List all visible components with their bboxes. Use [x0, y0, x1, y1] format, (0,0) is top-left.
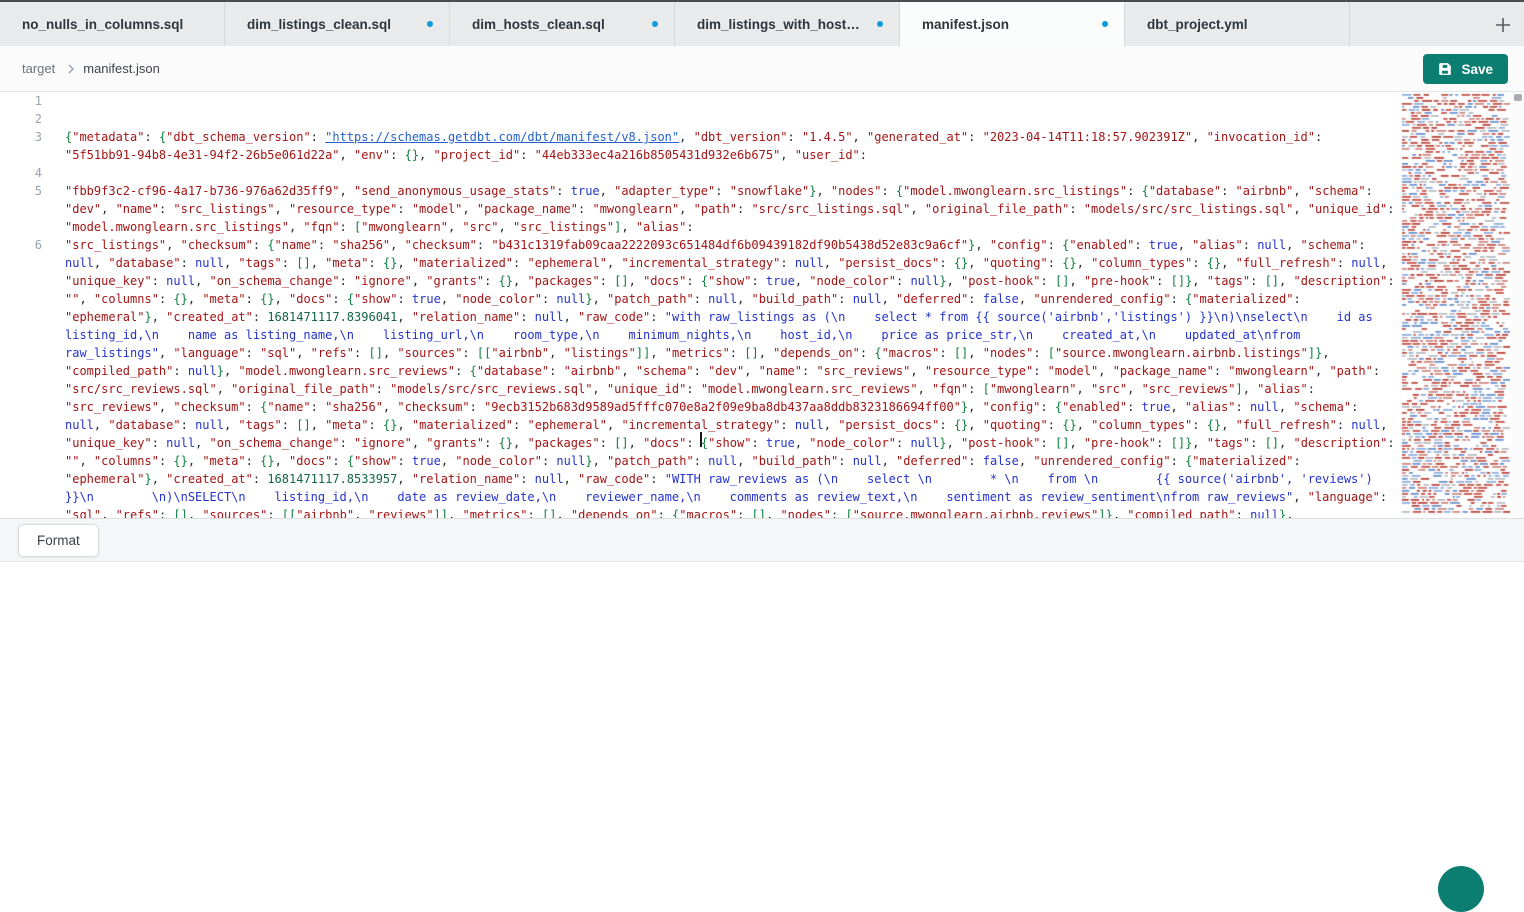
unsaved-indicator-dot[interactable] — [1102, 21, 1108, 27]
help-widget-button[interactable] — [1438, 866, 1484, 912]
line-number: 6 — [0, 236, 42, 254]
chevron-right-icon — [65, 63, 77, 75]
unsaved-indicator-dot[interactable] — [877, 21, 883, 27]
dbt-cloud-ide: { "tabbar": { "tabs": [ { "label": "no_n… — [0, 0, 1524, 875]
code-line[interactable]: 1 — [0, 92, 1395, 110]
format-button[interactable]: Format — [18, 524, 99, 557]
new-tab-button[interactable] — [1490, 12, 1516, 38]
code-line[interactable]: 5 "fbb9f3c2-cf96-4a17-b736-976a62d35ff9",… — [0, 182, 1395, 236]
plus-icon — [1494, 16, 1512, 34]
tab-manifest-json[interactable]: manifest.json — [900, 2, 1125, 46]
tab-dim-hosts-clean-sql[interactable]: dim_hosts_clean.sql — [450, 2, 675, 46]
unsaved-indicator-dot[interactable] — [652, 21, 658, 27]
line-number: 4 — [0, 164, 42, 182]
tab-label: dim_listings_clean.sql — [247, 17, 391, 32]
tab-dbt-project-yml[interactable]: dbt_project.yml — [1125, 2, 1350, 46]
breadcrumb-file[interactable]: manifest.json — [83, 61, 160, 76]
text-cursor — [700, 432, 702, 447]
line-number: 3 — [0, 128, 42, 146]
tab-dim-listings-with-hosts-sql[interactable]: dim_listings_with_hosts.sql — [675, 2, 900, 46]
scrollbar-thumb[interactable] — [1514, 94, 1522, 101]
code-line[interactable]: 3 {"metadata": {"dbt_schema_version": "ht… — [0, 128, 1395, 164]
save-button-label: Save — [1461, 62, 1493, 77]
tab-label: dbt_project.yml — [1147, 17, 1248, 32]
bottom-panel-toolbar: Format — [0, 518, 1524, 562]
tab-label: no_nulls_in_columns.sql — [22, 17, 183, 32]
results-panel — [0, 562, 1524, 901]
code-line[interactable]: 6 "src_listings", "checksum": {"name": "s… — [0, 236, 1395, 518]
minimap[interactable] — [1400, 92, 1510, 516]
breadcrumb-folder[interactable]: target — [22, 61, 55, 76]
code-line-text[interactable] — [65, 92, 1395, 110]
code-line-text[interactable]: "src_listings", "checksum": {"name": "sh… — [65, 236, 1395, 518]
tab-dim-listings-clean-sql[interactable]: dim_listings_clean.sql — [225, 2, 450, 46]
tab-label: dim_listings_with_hosts.sql — [697, 17, 867, 32]
line-number: 5 — [0, 182, 42, 200]
code-line[interactable]: 4 — [0, 164, 1395, 182]
line-number: 1 — [0, 92, 42, 110]
line-number: 2 — [0, 110, 42, 128]
tab-bar: no_nulls_in_columns.sql dim_listings_clea… — [0, 0, 1524, 46]
editor-scrollbar[interactable] — [1512, 92, 1524, 518]
code-line-text[interactable] — [65, 164, 1395, 182]
tab-label: dim_hosts_clean.sql — [472, 17, 605, 32]
code-editor[interactable]: 123 {"metadata": {"dbt_schema_version": "… — [0, 92, 1524, 518]
code-area: 123 {"metadata": {"dbt_schema_version": "… — [0, 92, 1395, 518]
breadcrumb-bar: target manifest.json Save — [0, 46, 1524, 92]
tab-no-nulls-in-columns-sql[interactable]: no_nulls_in_columns.sql — [0, 2, 225, 46]
floppy-disk-icon — [1438, 62, 1452, 76]
unsaved-indicator-dot[interactable] — [427, 21, 433, 27]
code-line-text[interactable]: {"metadata": {"dbt_schema_version": "htt… — [65, 128, 1395, 164]
save-button[interactable]: Save — [1423, 54, 1508, 84]
code-line[interactable]: 2 — [0, 110, 1395, 128]
code-line-text[interactable]: "fbb9f3c2-cf96-4a17-b736-976a62d35ff9", … — [65, 182, 1395, 236]
code-line-text[interactable] — [65, 110, 1395, 128]
tab-label: manifest.json — [922, 17, 1009, 32]
tab-list: no_nulls_in_columns.sql dim_listings_clea… — [0, 2, 1350, 46]
